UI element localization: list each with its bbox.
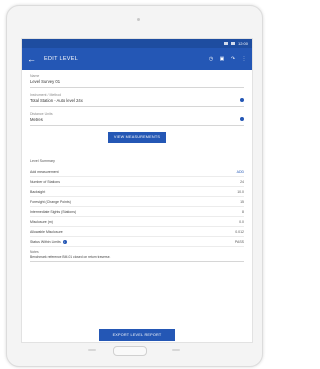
name-field-label: Name	[30, 74, 40, 78]
summary-row: Allowable Misclosure 0.012	[30, 227, 244, 237]
row-key: Add measurement	[30, 169, 59, 174]
field-underline	[30, 125, 244, 126]
summary-row: Intermediate Sights (Stations) 8	[30, 207, 244, 217]
row-value: 15	[240, 199, 244, 204]
row-value: 10.0	[237, 189, 244, 194]
export-report-button[interactable]: EXPORT LEVEL REPORT	[99, 329, 175, 341]
summary-row[interactable]: Add measurement ADD	[30, 167, 244, 177]
row-value: 0.0	[239, 219, 244, 224]
row-key: Backsight	[30, 189, 46, 194]
summary-title: Level Summary	[30, 159, 55, 163]
name-field-value[interactable]: Level Survey 01	[30, 79, 244, 84]
notes-field[interactable]: Notes Benchmark reference BM-01 closed o…	[30, 250, 244, 262]
app-bar: ← EDIT LEVEL ◷ ▣ ↷ ⋮	[22, 48, 252, 70]
view-measurements-button[interactable]: VIEW MEASUREMENTS	[108, 132, 166, 143]
back-key[interactable]	[172, 349, 180, 351]
units-field-label: Distance Units	[30, 112, 53, 116]
recent-apps-key[interactable]	[88, 349, 96, 351]
wifi-icon	[223, 42, 228, 45]
row-value: 0.012	[235, 229, 244, 234]
dropdown-indicator-icon[interactable]	[240, 98, 244, 102]
row-key: Number of Stations	[30, 179, 60, 184]
summary-row: Status Within Limits i PASS	[30, 237, 244, 247]
row-key: Intermediate Sights (Stations)	[30, 209, 77, 214]
status-bar: 12:00	[22, 39, 252, 48]
row-key: Allowable Misclosure	[30, 229, 63, 234]
units-field[interactable]: Distance Units Metres	[30, 112, 244, 126]
add-link[interactable]: ADD	[237, 170, 244, 174]
instrument-field-label: Instrument / Method	[30, 93, 62, 97]
summary-row: Number of Stations 24	[30, 177, 244, 187]
home-button[interactable]	[113, 346, 147, 356]
name-field[interactable]: Name Level Survey 01	[30, 74, 244, 88]
app-screen: 12:00 ← EDIT LEVEL ◷ ▣ ↷ ⋮ Name Level Su…	[21, 38, 253, 343]
summary-row: Backsight 10.0	[30, 187, 244, 197]
instrument-field-value[interactable]: Total Station - Auto level 24x	[30, 98, 244, 103]
camera-icon[interactable]: ▣	[219, 56, 225, 62]
share-icon[interactable]: ↷	[230, 56, 236, 62]
arrow-left-icon[interactable]: ←	[27, 48, 36, 70]
more-icon[interactable]: ⋮	[241, 56, 247, 62]
row-key: Misclosure (m)	[30, 219, 53, 224]
field-underline	[30, 87, 244, 88]
dropdown-indicator-icon[interactable]	[240, 117, 244, 121]
info-icon[interactable]: i	[62, 239, 67, 244]
summary-row: Foresight (Change Points) 15	[30, 197, 244, 207]
row-value: PASS	[234, 239, 244, 244]
row-key-text: Status Within Limits	[30, 239, 61, 244]
summary-row: Misclosure (m) 0.0	[30, 217, 244, 227]
form-content: Name Level Survey 01 Instrument / Method…	[22, 70, 252, 262]
row-value: 8	[242, 209, 244, 214]
battery-icon	[230, 42, 235, 45]
row-key: Status Within Limits i	[30, 239, 67, 244]
units-field-value[interactable]: Metres	[30, 117, 244, 122]
notes-label: Notes	[30, 250, 39, 254]
instrument-field[interactable]: Instrument / Method Total Station - Auto…	[30, 93, 244, 107]
history-icon[interactable]: ◷	[208, 56, 214, 62]
notes-value[interactable]: Benchmark reference BM-01 closed on retu…	[30, 255, 244, 262]
row-key: Foresight (Change Points)	[30, 199, 71, 204]
front-camera	[137, 18, 140, 21]
status-time: 12:00	[237, 41, 248, 46]
page-title: EDIT LEVEL	[44, 56, 79, 62]
row-value: 24	[240, 179, 244, 184]
field-underline	[30, 106, 244, 107]
